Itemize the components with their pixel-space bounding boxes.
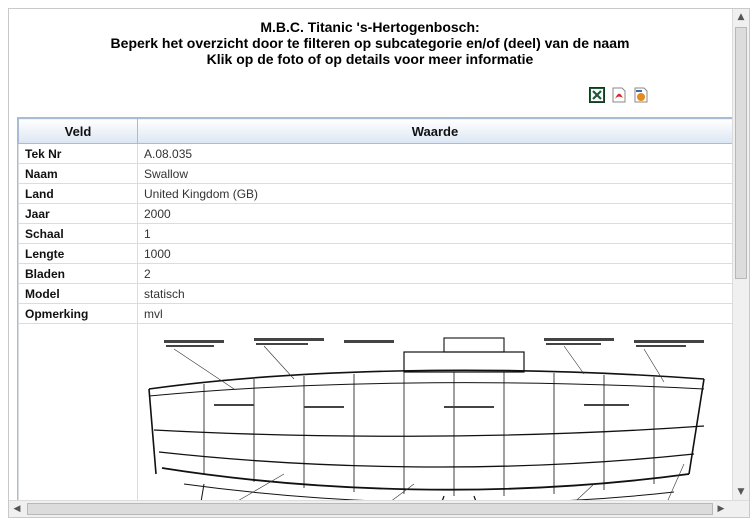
drawing-cell xyxy=(137,323,733,517)
field-label: Bladen xyxy=(18,263,138,284)
table-row: Bladen 2 xyxy=(18,263,733,284)
table-row: Opmerking mvl xyxy=(18,303,733,324)
field-value: Swallow xyxy=(137,163,733,184)
field-label: Schaal xyxy=(18,223,138,244)
table-row: Jaar 2000 xyxy=(18,203,733,224)
field-value: 2 xyxy=(137,263,733,284)
table-row: Tek Nr A.08.035 xyxy=(18,143,733,164)
field-value: 2000 xyxy=(137,203,733,224)
header-title: M.B.C. Titanic 's-Hertogenbosch: xyxy=(260,19,480,35)
field-label: Tek Nr xyxy=(18,143,138,164)
field-label: Naam xyxy=(18,163,138,184)
horizontal-scrollbar[interactable]: ◀ ▶ xyxy=(9,500,749,517)
field-value: 1 xyxy=(137,223,733,244)
xml-icon[interactable] xyxy=(633,87,649,103)
table-row: Land United Kingdom (GB) xyxy=(18,183,733,204)
field-value: mvl xyxy=(137,303,733,324)
scroll-down-icon[interactable]: ▼ xyxy=(733,484,749,500)
vertical-scrollbar[interactable]: ▲ ▼ xyxy=(732,9,749,500)
field-value: 1000 xyxy=(137,243,733,264)
table-row: Naam Swallow xyxy=(18,163,733,184)
table-row-drawing xyxy=(18,323,733,517)
scroll-right-icon[interactable]: ▶ xyxy=(713,501,729,517)
detail-grid: Veld Waarde Tek Nr A.08.035 Naam Swallow… xyxy=(17,117,733,517)
pdf-icon[interactable] xyxy=(611,87,627,103)
page-header: M.B.C. Titanic 's-Hertogenbosch: Beperk … xyxy=(9,9,731,67)
drawing-wrap xyxy=(138,324,738,518)
table-header-row: Veld Waarde xyxy=(18,118,733,144)
drawing-label-cell xyxy=(18,323,138,517)
field-label: Opmerking xyxy=(18,303,138,324)
field-value: statisch xyxy=(137,283,733,304)
table-row: Lengte 1000 xyxy=(18,243,733,264)
field-value: A.08.035 xyxy=(137,143,733,164)
header-click-hint: Klik op de foto of op details voor meer … xyxy=(206,51,534,67)
table-row: Model statisch xyxy=(18,283,733,304)
field-label: Model xyxy=(18,283,138,304)
field-value: United Kingdom (GB) xyxy=(137,183,733,204)
field-label: Land xyxy=(18,183,138,204)
scroll-left-icon[interactable]: ◀ xyxy=(9,501,25,517)
detail-table: Veld Waarde Tek Nr A.08.035 Naam Swallow… xyxy=(18,118,733,517)
page-frame: M.B.C. Titanic 's-Hertogenbosch: Beperk … xyxy=(8,8,750,518)
column-header-field[interactable]: Veld xyxy=(18,118,138,144)
table-row: Schaal 1 xyxy=(18,223,733,244)
vertical-scroll-thumb[interactable] xyxy=(735,27,747,279)
scroll-up-icon[interactable]: ▲ xyxy=(733,9,749,25)
field-label: Jaar xyxy=(18,203,138,224)
column-header-value[interactable]: Waarde xyxy=(137,118,733,144)
excel-icon[interactable] xyxy=(589,87,605,103)
horizontal-scroll-thumb[interactable] xyxy=(27,503,713,515)
export-toolbar xyxy=(589,87,649,103)
field-label: Lengte xyxy=(18,243,138,264)
model-drawing-image[interactable] xyxy=(144,334,724,518)
header-filter-hint: Beperk het overzicht door te filteren op… xyxy=(110,35,630,51)
